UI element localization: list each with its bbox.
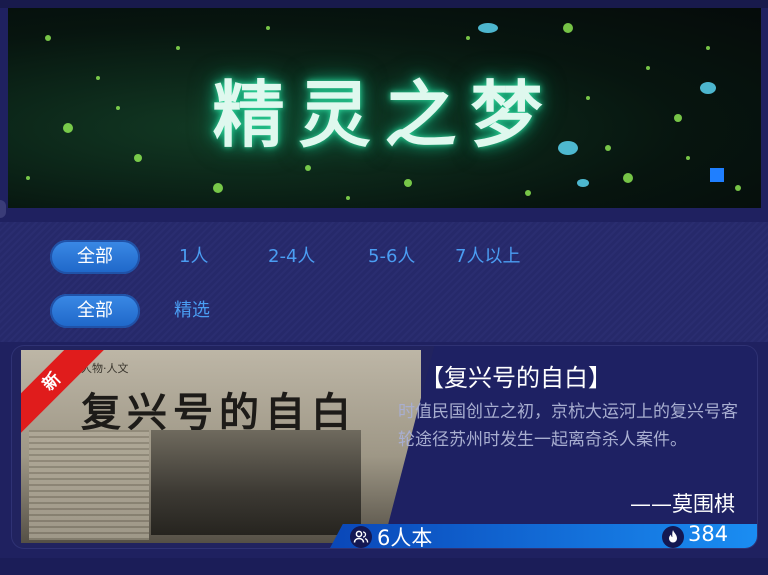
card-author: ——莫围棋 [630, 492, 735, 516]
new-badge-label: 新 [21, 350, 108, 438]
card-player-count: 6人本 [377, 526, 433, 548]
people-icon [350, 526, 372, 548]
card-heat-count: 384 [688, 522, 729, 546]
player-filter-1[interactable]: 1人 [179, 240, 208, 274]
player-filter-2-4[interactable]: 2-4人 [268, 240, 315, 274]
category-filter-featured[interactable]: 精选 [174, 294, 210, 328]
player-filter-5-6[interactable]: 5-6人 [368, 240, 415, 274]
cover-ship-photo [151, 430, 361, 535]
banner-title: 精灵之梦 [212, 72, 557, 157]
category-filter-all[interactable]: 全部 [50, 294, 140, 328]
script-card[interactable]: 人物·人文 复兴号的自白 新 【复兴号的自白】 时值民国创立之初，京杭大运河上的… [12, 346, 757, 548]
banner-carousel[interactable]: 精灵之梦 [8, 8, 761, 208]
fire-icon [662, 526, 684, 548]
scroll-handle [0, 200, 6, 218]
card-title: 【复兴号的自白】 [420, 364, 612, 392]
carousel-indicator[interactable] [710, 168, 724, 182]
top-strip [0, 0, 768, 8]
player-filter-7plus[interactable]: 7人以上 [455, 240, 520, 274]
bottom-edge [0, 558, 768, 575]
player-filter-all[interactable]: 全部 [50, 240, 140, 274]
card-description: 时值民国创立之初，京杭大运河上的复兴号客轮途径苏州时发生一起离奇杀人案件。 [398, 402, 738, 450]
new-badge: 新 [21, 350, 111, 440]
card-cover-image: 人物·人文 复兴号的自白 新 [21, 350, 421, 543]
cover-text-columns [29, 430, 149, 540]
